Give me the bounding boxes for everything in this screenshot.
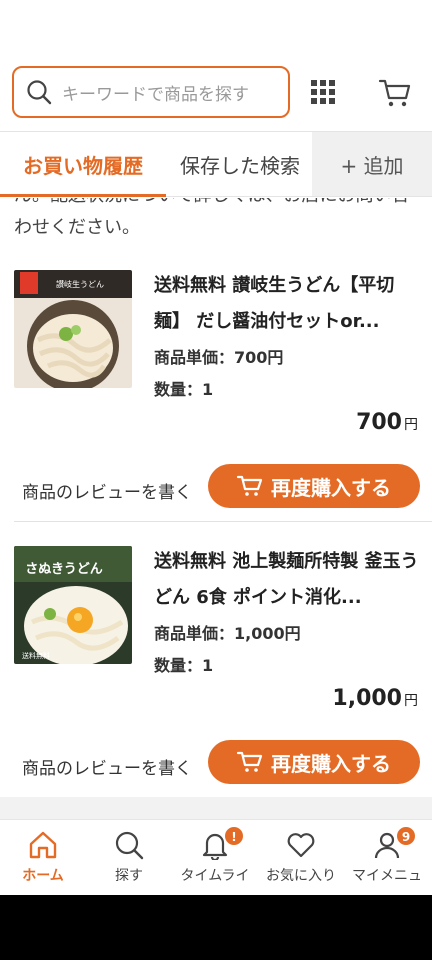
search-icon [115,831,144,860]
tab-purchase-history[interactable]: お買い物履歴 [0,132,166,197]
svg-text:さぬきうどん: さぬきうどん [25,562,102,577]
tab-bar: お買い物履歴 保存した検索 + 追加 [0,131,432,197]
nav-favorites[interactable]: お気に入り [258,820,344,895]
product-title[interactable]: 送料無料 池上製麺所特製 釜玉うどん 6食 ポイント消化... [154,544,420,616]
notification-badge: 9 [396,826,416,846]
section-spacer [0,797,432,819]
unit-price: 商品単価：700円 [154,348,284,367]
rebuy-label: 再度購入する [271,475,391,500]
list-item: さぬきうどん 送料無料 送料無料 池上製麺所特製 釜玉うどん 6食 ポイント消化… [0,544,432,818]
divider [14,521,432,522]
list-item: 讃岐生うどん 送料無料 讃岐生うどん【平切麺】 だし醤油付セットor... 商品… [0,268,432,544]
nav-my-menu[interactable]: 9 マイメニュ [344,820,430,895]
product-image[interactable]: 讃岐生うどん [14,270,132,388]
nav-label: タイムライ [180,868,250,884]
price-value: 700 [356,410,402,435]
price-value: 1,000 [332,686,402,711]
svg-text:送料無料: 送料無料 [22,651,50,660]
search-placeholder: キーワードで商品を探す [62,84,249,105]
nav-label: ホーム [22,868,64,884]
search-input[interactable]: キーワードで商品を探す [12,66,290,118]
quantity: 数量：1 [154,656,214,675]
price-unit: 円 [404,693,418,709]
nav-label: お気に入り [266,868,336,884]
nav-label: 探す [115,868,143,884]
product-title[interactable]: 送料無料 讃岐生うどん【平切麺】 だし醤油付セットor... [154,268,420,340]
notification-badge: ! [224,826,244,846]
grid-menu-icon[interactable] [310,79,336,105]
app-screen: キーワードで商品を探す お買い物履歴 保存した検索 + 追加 ん。配送状況につい… [0,0,432,895]
bottom-nav: ホーム 探す ! タイムライ お気に入り 9 マイメニュ [0,819,432,895]
search-icon [27,80,52,105]
shipping-notice: ん。配送状況について詳しくは、お店にお問い合わせください。 [14,198,409,238]
svg-text:讃岐生うどん: 讃岐生うどん [56,279,104,289]
nav-home[interactable]: ホーム [0,820,86,895]
cart-icon[interactable] [378,76,412,110]
home-icon [29,831,57,859]
item-price: 700 円 [356,410,418,435]
rebuy-button[interactable]: 再度購入する [208,464,420,508]
tab-add-button[interactable]: + 追加 [312,132,432,196]
product-image[interactable]: さぬきうどん 送料無料 [14,546,132,664]
nav-search[interactable]: 探す [86,820,172,895]
heart-icon [287,833,315,858]
rebuy-label: 再度購入する [271,751,391,776]
unit-price: 商品単価：1,000円 [154,624,301,643]
purchase-history-list: ん。配送状況について詳しくは、お店にお問い合わせください。 讃岐生うどん 送料無… [0,198,432,818]
write-review-link[interactable]: 商品のレビューを書く [22,754,192,779]
quantity: 数量：1 [154,380,214,399]
cart-icon [237,475,263,496]
cart-icon [237,751,263,772]
tab-saved-search[interactable]: 保存した検索 [180,132,300,196]
item-price: 1,000 円 [332,686,418,711]
nav-label: マイメニュ [352,868,422,884]
rebuy-button[interactable]: 再度購入する [208,740,420,784]
price-unit: 円 [404,417,418,433]
write-review-link[interactable]: 商品のレビューを書く [22,478,192,503]
nav-timeline[interactable]: ! タイムライ [172,820,258,895]
